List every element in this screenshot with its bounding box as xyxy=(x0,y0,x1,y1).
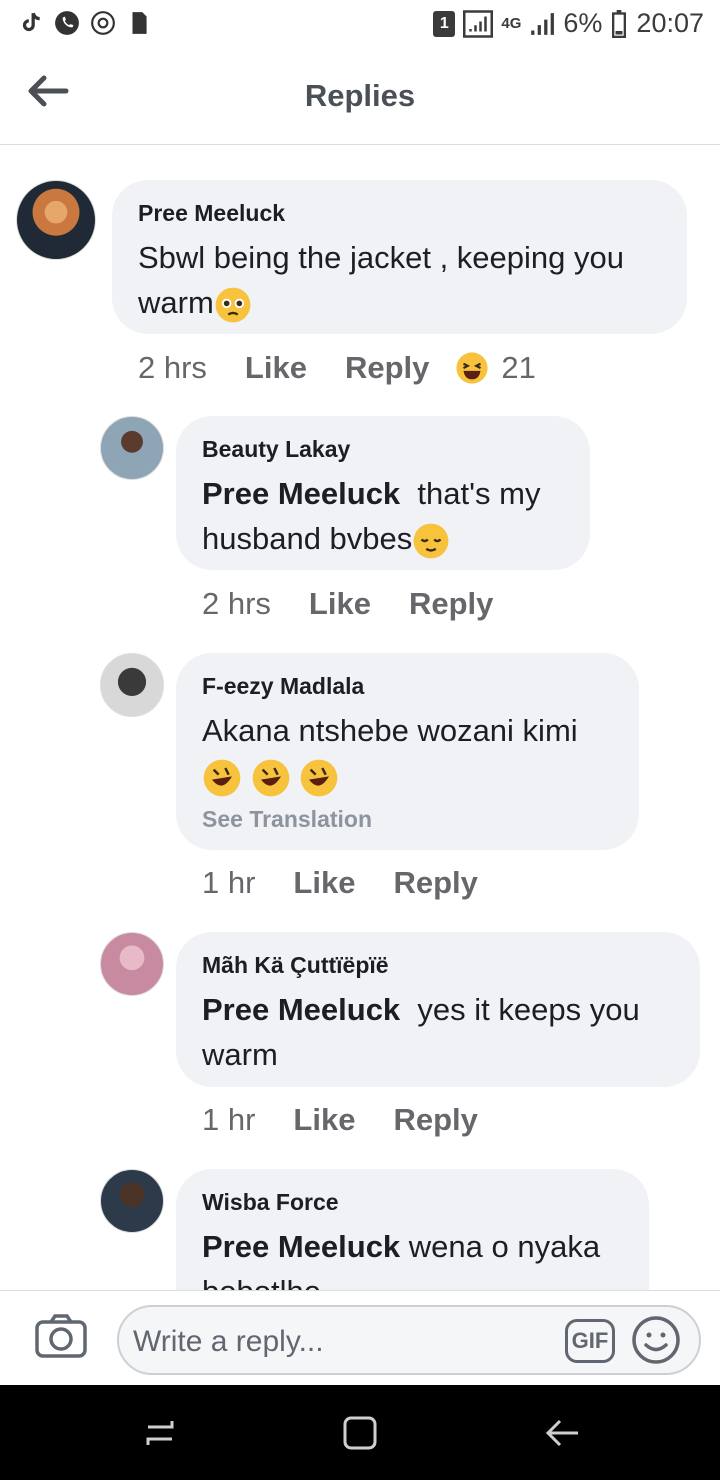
rolling-laughing-icon xyxy=(252,759,289,797)
mention-link[interactable]: Pree Meeluck xyxy=(202,476,400,511)
sim-indicator: 1 xyxy=(433,10,456,37)
comment-meta: 2 hrs Like Reply xyxy=(202,586,493,622)
reply-button[interactable]: Reply xyxy=(409,586,493,622)
comment-meta: 1 hr Like Reply xyxy=(202,865,478,901)
comment-item: Beauty Lakay Pree Meeluck that's my husb… xyxy=(0,416,720,656)
mention-link[interactable]: Pree Meeluck xyxy=(202,992,400,1027)
comment-time: 2 hrs xyxy=(202,586,271,621)
comment-text: Akana ntshebe wozani kimi xyxy=(202,708,613,798)
smiley-icon[interactable] xyxy=(631,1315,681,1365)
header: Replies xyxy=(0,50,720,145)
tiktok-icon xyxy=(22,12,40,32)
phone-icon xyxy=(55,11,79,35)
comment-meta: 2 hrs Like Reply 21 xyxy=(138,350,536,386)
avatar[interactable] xyxy=(16,180,96,260)
rolling-laughing-icon xyxy=(300,759,338,797)
battery-icon xyxy=(612,9,627,38)
signal-icon xyxy=(463,9,494,38)
gif-button[interactable]: GIF xyxy=(565,1319,615,1363)
reply-button[interactable]: Reply xyxy=(345,350,429,386)
comment-time: 1 hr xyxy=(202,1102,256,1137)
back-icon[interactable] xyxy=(542,1413,582,1453)
comment-author[interactable]: F-eezy Madlala xyxy=(202,673,613,700)
camera-icon[interactable] xyxy=(34,1313,88,1359)
comment-author[interactable]: Beauty Lakay xyxy=(202,436,564,463)
clock: 20:07 xyxy=(636,8,704,38)
comment-item: F-eezy Madlala Akana ntshebe wozani kimi… xyxy=(0,653,720,933)
avatar[interactable] xyxy=(100,416,164,480)
like-button[interactable]: Like xyxy=(293,1102,355,1138)
see-translation-link[interactable]: See Translation xyxy=(202,806,613,833)
reply-input[interactable]: Write a reply... GIF xyxy=(117,1305,701,1375)
status-bar: 1 4G 6% 20:07 xyxy=(0,0,720,50)
mention-link[interactable]: Pree Meeluck xyxy=(202,1229,400,1264)
avatar[interactable] xyxy=(100,932,164,996)
replies-feed[interactable]: Pree Meeluck Sbwl being the jacket , kee… xyxy=(0,146,720,1290)
chrome-icon xyxy=(91,11,115,35)
system-nav-bar xyxy=(0,1385,720,1480)
like-button[interactable]: Like xyxy=(309,586,371,622)
comment-item: Wisba Force Pree Meeluck wena o nyaka bo… xyxy=(0,1169,720,1290)
comment-meta: 1 hr Like Reply xyxy=(202,1102,478,1138)
sd-card-icon xyxy=(132,12,147,34)
reply-button[interactable]: Reply xyxy=(393,1102,477,1138)
avatar[interactable] xyxy=(100,653,164,717)
rolling-laughing-icon xyxy=(203,759,241,797)
reply-button[interactable]: Reply xyxy=(393,865,477,901)
comment-author[interactable]: Mãh Kä Çuttïëpïë xyxy=(202,952,674,979)
comment-item: Pree Meeluck Sbwl being the jacket , kee… xyxy=(0,146,720,386)
comment-bubble[interactable]: Beauty Lakay Pree Meeluck that's my husb… xyxy=(176,416,590,570)
laughing-face-icon xyxy=(456,352,488,384)
comment-text: Sbwl being the jacket , keeping you warm xyxy=(138,235,661,325)
pleading-face-icon xyxy=(215,287,251,323)
comment-bubble[interactable]: Mãh Kä Çuttïëpïë Pree Meeluck yes it kee… xyxy=(176,932,700,1087)
comment-author[interactable]: Wisba Force xyxy=(202,1189,623,1216)
network-type: 4G xyxy=(501,14,522,32)
relieved-face-icon xyxy=(413,523,449,559)
reply-composer: Write a reply... GIF xyxy=(0,1290,720,1385)
comment-text: Pree Meeluck yes it keeps you warm xyxy=(202,992,640,1072)
like-button[interactable]: Like xyxy=(293,865,355,901)
recents-icon[interactable] xyxy=(140,1413,180,1453)
signal-bars-icon xyxy=(531,12,555,35)
comment-time: 1 hr xyxy=(202,865,256,900)
like-button[interactable]: Like xyxy=(245,350,307,386)
status-right: 1 4G 6% 20:07 xyxy=(433,8,704,39)
reaction-summary[interactable]: 21 xyxy=(455,350,536,386)
emoji-group xyxy=(202,758,339,797)
comment-bubble[interactable]: Wisba Force Pree Meeluck wena o nyaka bo… xyxy=(176,1169,649,1290)
battery-percent: 6% xyxy=(563,8,603,38)
comment-item: Mãh Kä Çuttïëpïë Pree Meeluck yes it kee… xyxy=(0,932,720,1172)
comment-bubble[interactable]: F-eezy Madlala Akana ntshebe wozani kimi… xyxy=(176,653,639,850)
comment-text: Pree Meeluck that's my husband bvbes xyxy=(202,471,564,561)
comment-text: Pree Meeluck wena o nyaka bobotlhe xyxy=(202,1229,601,1290)
reaction-count: 21 xyxy=(501,350,536,385)
comment-time: 2 hrs xyxy=(138,350,207,385)
avatar[interactable] xyxy=(100,1169,164,1233)
page-title: Replies xyxy=(304,78,416,113)
comment-bubble[interactable]: Pree Meeluck Sbwl being the jacket , kee… xyxy=(112,180,687,334)
status-left-icons xyxy=(18,10,152,36)
reply-placeholder: Write a reply... xyxy=(133,1325,324,1358)
comment-author[interactable]: Pree Meeluck xyxy=(138,200,661,227)
home-icon[interactable] xyxy=(340,1413,380,1453)
